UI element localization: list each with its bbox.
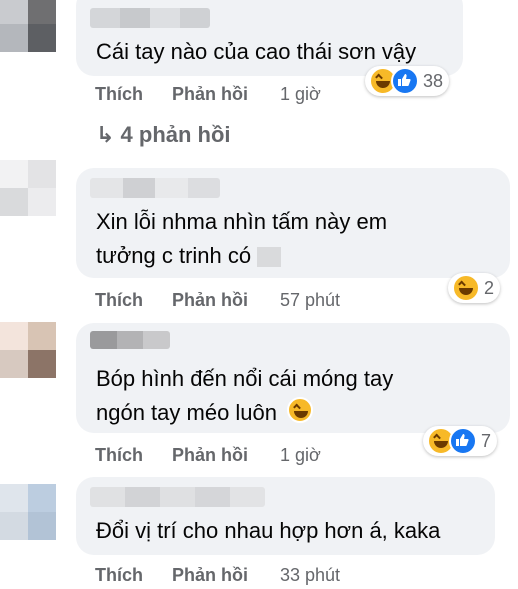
- reply-button[interactable]: Phản hồi: [172, 445, 280, 466]
- comment-bubble: Cái tay nào của cao thái sơn vậy: [76, 0, 463, 76]
- like-button[interactable]: Thích: [95, 565, 172, 586]
- comment-text: Đổi vị trí cho nhau hợp hơn á, kaka: [96, 518, 441, 543]
- reaction-count: 2: [484, 277, 495, 298]
- comment-actions: Thích Phản hồi 1 giờ: [95, 84, 321, 105]
- reaction-summary[interactable]: 2: [448, 273, 501, 303]
- haha-icon: [452, 274, 480, 302]
- like-button[interactable]: Thích: [95, 445, 172, 466]
- reply-button[interactable]: Phản hồi: [172, 565, 280, 586]
- like-icon: [391, 67, 419, 95]
- comment-bubble: Đổi vị trí cho nhau hợp hơn á, kaka: [76, 477, 495, 555]
- view-replies-link[interactable]: ↳ 4 phản hồi: [96, 122, 231, 148]
- author-name-blurred[interactable]: [90, 178, 220, 198]
- comment-text: tưởng c trinh có: [96, 240, 282, 272]
- comment-bubble: Bóp hình đến nổi cái móng tay ngón tay m…: [76, 323, 510, 433]
- like-icon: [449, 427, 477, 455]
- comment-actions: Thích Phản hồi 1 giờ: [95, 445, 321, 466]
- comment-text: Cái tay nào của cao thái sơn vậy: [96, 39, 417, 64]
- avatar[interactable]: [0, 322, 56, 378]
- comment-text: ngón tay méo luôn: [96, 397, 314, 429]
- comment-text: Xin lỗi nhma nhìn tấm này em: [96, 209, 388, 234]
- avatar[interactable]: [0, 484, 56, 540]
- timestamp[interactable]: 57 phút: [280, 290, 340, 311]
- comment-actions: Thích Phản hồi 57 phút: [95, 290, 340, 311]
- reaction-count: 7: [481, 430, 492, 451]
- comment-actions: Thích Phản hồi 33 phút: [95, 565, 340, 586]
- reaction-count: 38: [423, 70, 444, 91]
- avatar[interactable]: [0, 160, 56, 216]
- avatar[interactable]: [0, 0, 56, 52]
- author-name-blurred[interactable]: [90, 487, 265, 507]
- author-name-blurred[interactable]: [90, 331, 170, 349]
- like-button[interactable]: Thích: [95, 290, 172, 311]
- like-button[interactable]: Thích: [95, 84, 172, 105]
- reply-button[interactable]: Phản hồi: [172, 84, 280, 105]
- comment-bubble: Xin lỗi nhma nhìn tấm này em tưởng c tri…: [76, 168, 510, 278]
- reply-button[interactable]: Phản hồi: [172, 290, 280, 311]
- timestamp[interactable]: 1 giờ: [280, 84, 321, 105]
- laughing-emoji-icon: [287, 397, 314, 423]
- comment-text: Bóp hình đến nổi cái móng tay: [96, 366, 394, 391]
- reaction-summary[interactable]: 7: [423, 426, 498, 456]
- timestamp[interactable]: 33 phút: [280, 565, 340, 586]
- timestamp[interactable]: 1 giờ: [280, 445, 321, 466]
- author-name-blurred[interactable]: [90, 8, 210, 28]
- reaction-summary[interactable]: 38: [365, 66, 450, 96]
